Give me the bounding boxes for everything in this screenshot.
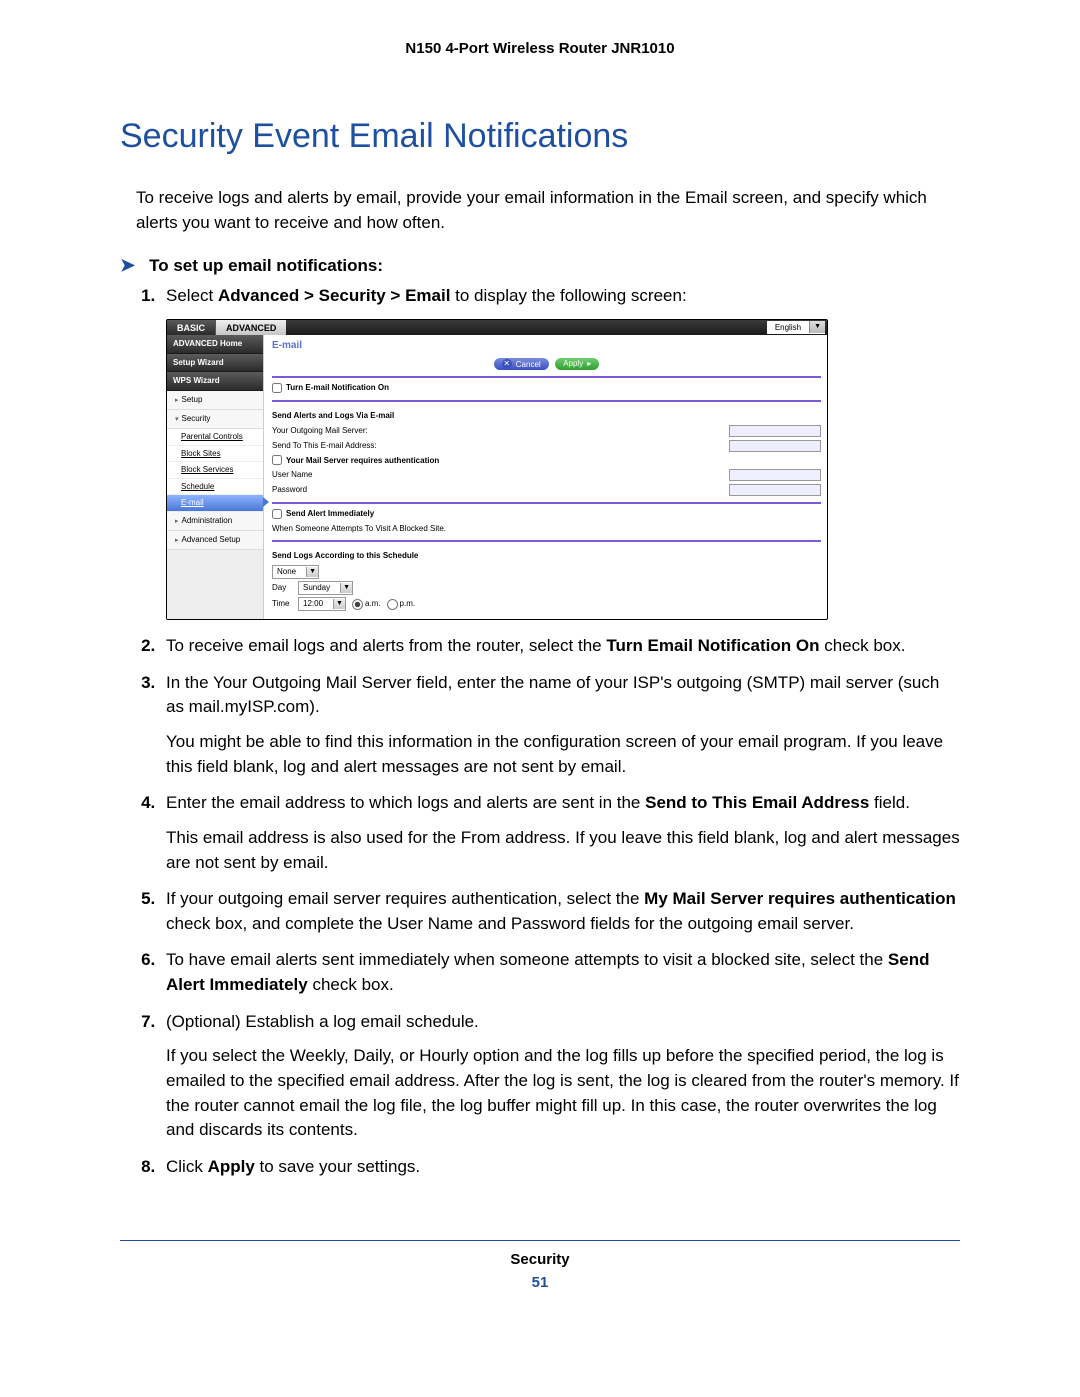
pm-label: p.m. <box>400 598 416 610</box>
cancel-label: Cancel <box>516 359 541 371</box>
tab-basic[interactable]: BASIC <box>167 320 216 335</box>
time-select[interactable]: 12:00 ▼ <box>298 597 346 611</box>
username-label: User Name <box>272 469 312 481</box>
step-2-text-a: To receive email logs and alerts from th… <box>166 636 606 655</box>
sidebar-item-advanced-home[interactable]: ADVANCED Home <box>167 335 263 354</box>
sidebar-sub-parental[interactable]: Parental Controls <box>167 429 263 446</box>
chevron-down-icon: ▼ <box>333 599 345 609</box>
notification-on-label: Turn E-mail Notification On <box>286 382 389 394</box>
username-input[interactable] <box>729 469 821 481</box>
sidebar-sub-email[interactable]: E-mail <box>167 495 263 512</box>
notification-on-checkbox[interactable] <box>272 383 282 393</box>
sidebar-item-security[interactable]: Security <box>167 410 263 429</box>
chevron-right-icon: ▸ <box>587 358 591 370</box>
sidebar-sub-schedule[interactable]: Schedule <box>167 479 263 496</box>
step-6: To have email alerts sent immediately wh… <box>160 948 960 997</box>
intro-paragraph: To receive logs and alerts by email, pro… <box>136 186 960 235</box>
auth-required-checkbox[interactable] <box>272 455 282 465</box>
apply-button[interactable]: Apply ▸ <box>555 358 599 370</box>
sidebar-sub-block-sites[interactable]: Block Sites <box>167 446 263 463</box>
send-to-label: Send To This E-mail Address: <box>272 440 377 452</box>
step-4-text-a: Enter the email address to which logs an… <box>166 793 645 812</box>
chevron-down-icon: ▼ <box>340 583 352 593</box>
step-2-text-c: check box. <box>819 636 905 655</box>
outgoing-server-input[interactable] <box>729 425 821 437</box>
howto-text: To set up email notifications: <box>149 256 383 276</box>
step-5-text-a: If your outgoing email server requires a… <box>166 889 644 908</box>
sidebar-item-advanced-setup[interactable]: Advanced Setup <box>167 531 263 550</box>
chevron-down-icon: ▼ <box>809 321 825 333</box>
send-alerts-heading: Send Alerts and Logs Via E-mail <box>272 410 821 422</box>
send-to-input[interactable] <box>729 440 821 452</box>
page-title: Security Event Email Notifications <box>120 117 960 156</box>
step-5: If your outgoing email server requires a… <box>160 887 960 936</box>
step-1-text-b: Advanced > Security > Email <box>218 286 450 305</box>
day-select[interactable]: Sunday ▼ <box>298 581 353 595</box>
pm-radio[interactable] <box>387 599 398 610</box>
step-4: Enter the email address to which logs an… <box>160 791 960 875</box>
time-value: 12:00 <box>299 598 333 610</box>
close-icon: ✕ <box>502 359 512 369</box>
step-2: To receive email logs and alerts from th… <box>160 634 960 659</box>
doc-header: N150 4-Port Wireless Router JNR1010 <box>0 40 1080 57</box>
footer-section: Security <box>120 1251 960 1268</box>
am-label: a.m. <box>365 598 381 610</box>
sidebar-item-setup-wizard[interactable]: Setup Wizard <box>167 354 263 373</box>
step-3-text: In the Your Outgoing Mail Server field, … <box>166 673 939 717</box>
step-8: Click Apply to save your settings. <box>160 1155 960 1180</box>
footer-page-number: 51 <box>120 1274 960 1291</box>
cancel-button[interactable]: ✕ Cancel <box>494 358 549 370</box>
panel-title: E-mail <box>272 339 821 354</box>
alert-immediately-label: Send Alert Immediately <box>286 508 374 520</box>
language-value: English <box>767 322 809 334</box>
email-settings-screenshot: BASIC ADVANCED English ▼ ADVANCED Home S… <box>166 319 828 620</box>
step-2-text-b: Turn Email Notification On <box>606 636 819 655</box>
sidebar-item-wps-wizard[interactable]: WPS Wizard <box>167 372 263 391</box>
step-5-text-c: check box, and complete the User Name an… <box>166 914 854 933</box>
language-select[interactable]: English ▼ <box>767 321 825 334</box>
step-1-text-a: Select <box>166 286 218 305</box>
password-label: Password <box>272 484 307 496</box>
step-8-text-b: Apply <box>208 1157 255 1176</box>
time-label: Time <box>272 598 298 610</box>
am-radio[interactable] <box>352 599 363 610</box>
steps-list: Select Advanced > Security > Email to di… <box>160 284 960 1179</box>
step-4-text-c: field. <box>869 793 910 812</box>
step-8-text-a: Click <box>166 1157 208 1176</box>
sidebar-sub-block-services[interactable]: Block Services <box>167 462 263 479</box>
chevron-right-icon: ➤ <box>120 255 135 276</box>
schedule-frequency-select[interactable]: None ▼ <box>272 565 319 579</box>
step-6-text-c: check box. <box>308 975 394 994</box>
outgoing-server-label: Your Outgoing Mail Server: <box>272 425 368 437</box>
page-footer: Security 51 <box>120 1240 960 1291</box>
step-8-text-c: to save your settings. <box>255 1157 420 1176</box>
day-value: Sunday <box>299 582 340 594</box>
schedule-heading: Send Logs According to this Schedule <box>272 550 821 562</box>
schedule-frequency-value: None <box>273 566 306 578</box>
sidebar-item-administration[interactable]: Administration <box>167 512 263 531</box>
step-7-note: If you select the Weekly, Daily, or Hour… <box>166 1044 960 1143</box>
step-7: (Optional) Establish a log email schedul… <box>160 1010 960 1143</box>
apply-label: Apply <box>563 358 583 370</box>
tab-advanced[interactable]: ADVANCED <box>216 320 286 335</box>
settings-panel: E-mail ✕ Cancel Apply ▸ <box>264 335 827 619</box>
sidebar-item-setup[interactable]: Setup <box>167 391 263 410</box>
step-6-text-a: To have email alerts sent immediately wh… <box>166 950 888 969</box>
password-input[interactable] <box>729 484 821 496</box>
step-1: Select Advanced > Security > Email to di… <box>160 284 960 620</box>
step-3-note: You might be able to find this informati… <box>166 730 960 779</box>
chevron-down-icon: ▼ <box>306 567 318 577</box>
step-4-text-b: Send to This Email Address <box>645 793 869 812</box>
alert-when-text: When Someone Attempts To Visit A Blocked… <box>272 523 821 535</box>
step-5-text-b: My Mail Server requires authentication <box>644 889 956 908</box>
step-1-text-c: to display the following screen: <box>450 286 686 305</box>
auth-required-label: Your Mail Server requires authentication <box>286 455 439 467</box>
alert-immediately-checkbox[interactable] <box>272 509 282 519</box>
day-label: Day <box>272 582 298 594</box>
howto-heading: ➤ To set up email notifications: <box>120 255 960 276</box>
step-7-text: (Optional) Establish a log email schedul… <box>166 1012 479 1031</box>
step-3: In the Your Outgoing Mail Server field, … <box>160 671 960 780</box>
sidebar: ADVANCED Home Setup Wizard WPS Wizard Se… <box>167 335 264 619</box>
step-4-note: This email address is also used for the … <box>166 826 960 875</box>
